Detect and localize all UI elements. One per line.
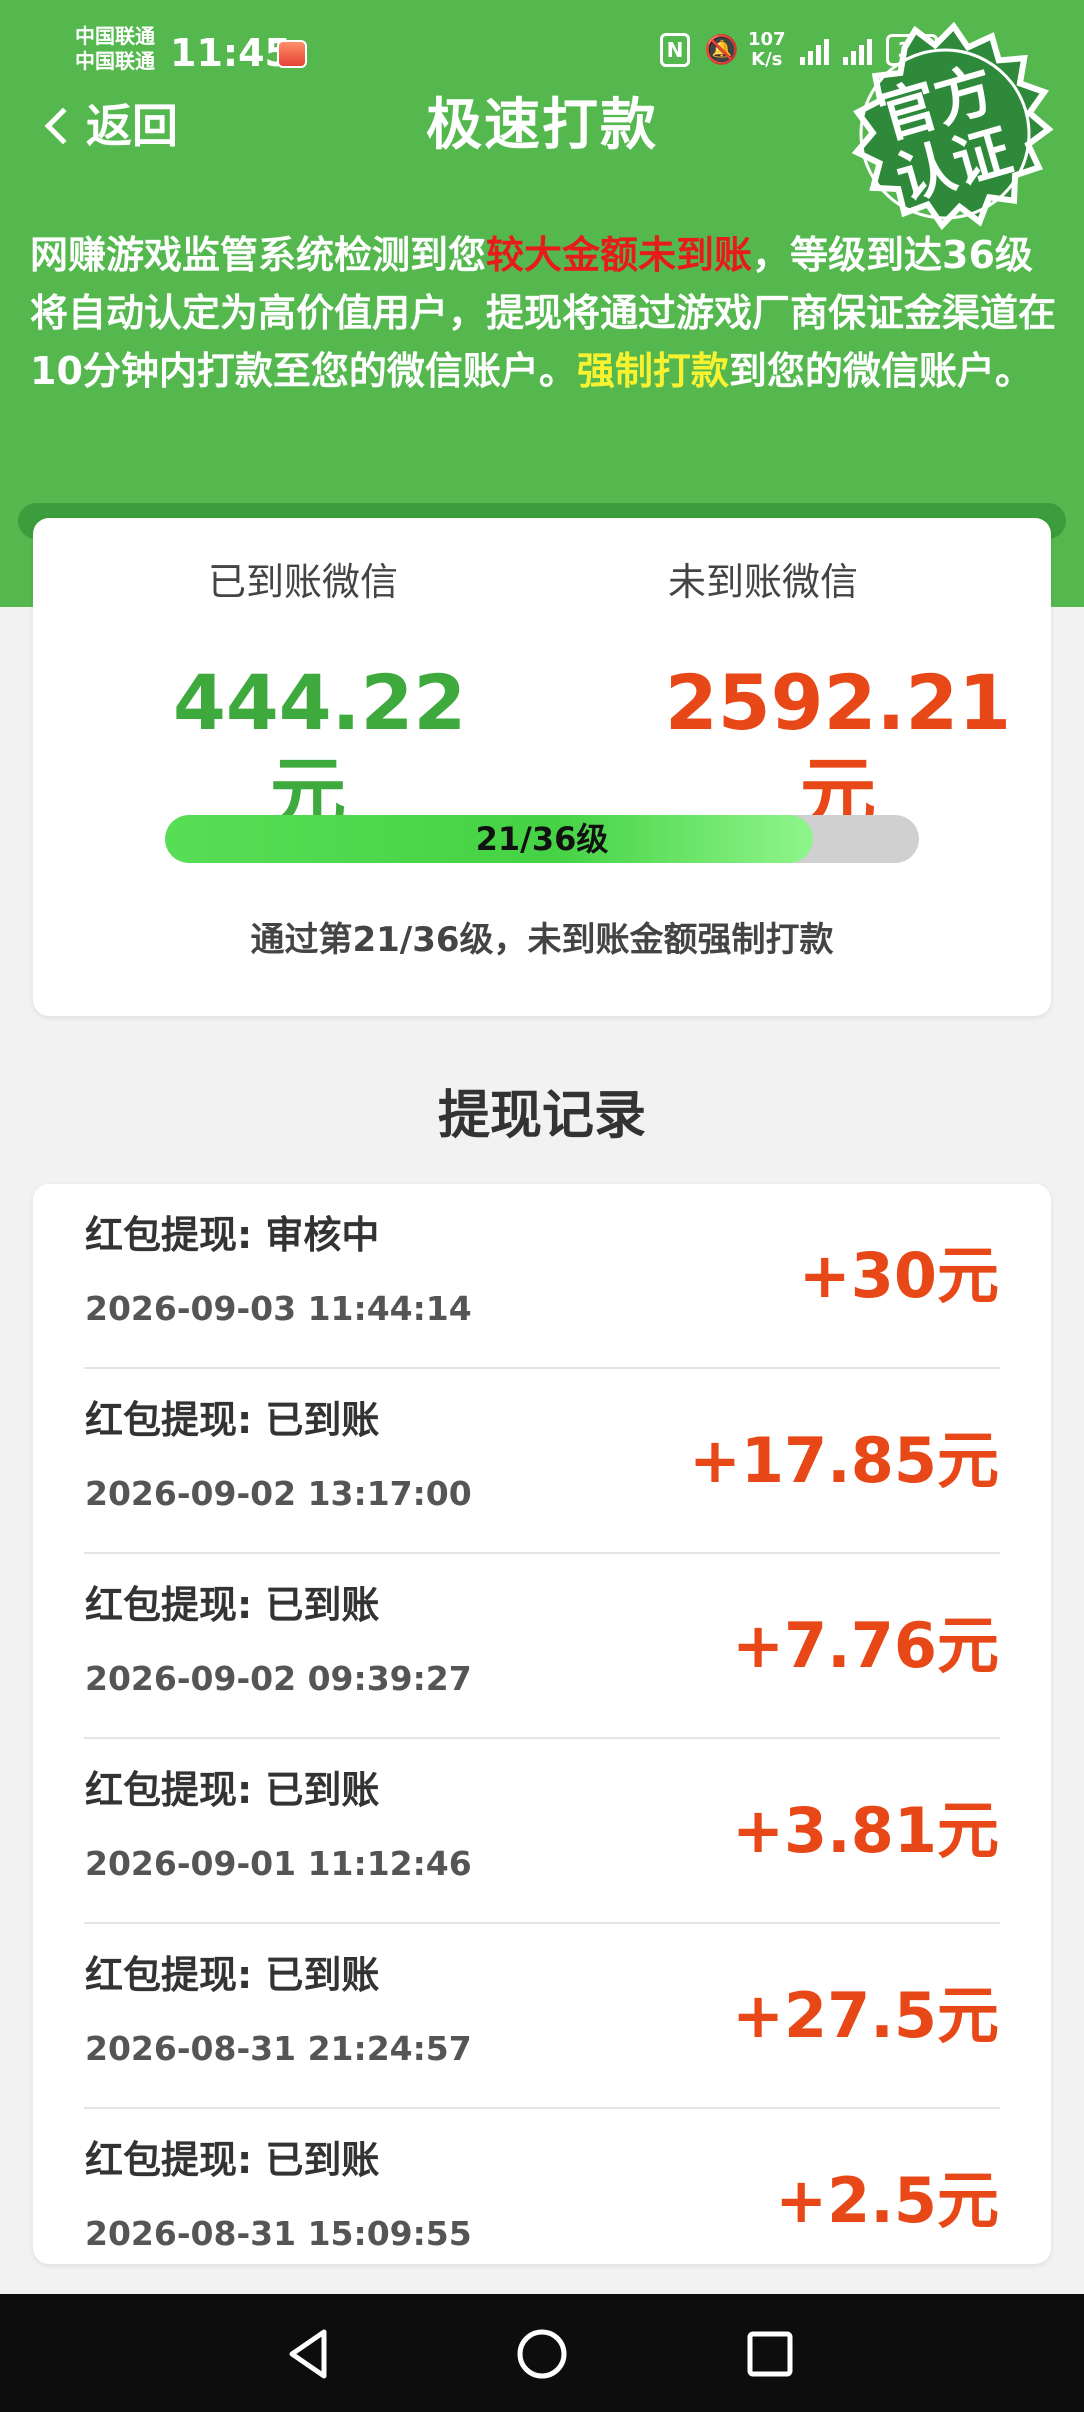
record-title: 红包提现: 已到账 [85,1768,380,1812]
net-speed-value: 107 [748,29,786,50]
record-title: 红包提现: 已到账 [85,1398,380,1442]
net-speed-unit: K/s [751,49,783,70]
record-amount: +27.5元 [732,1979,999,2052]
record-time: 2026-09-01 11:12:46 [85,1844,472,1883]
app-notification-icon [277,40,307,68]
record-title: 红包提现: 审核中 [85,1213,380,1257]
record-amount: +3.81元 [732,1794,999,1867]
mute-icon: 🔕 [704,33,739,66]
record-title: 红包提现: 已到账 [85,1953,380,1997]
record-row[interactable]: 红包提现: 已到账 2026-08-31 15:09:55 +2.5元 [33,2109,1051,2264]
notice-text: 网赚游戏监管系统检测到您较大金额未到账，等级到达36级将自动认定为高价值用户，提… [30,226,1060,400]
withdrawal-record-list: 红包提现: 审核中 2026-09-03 11:44:14 +30元 红包提现:… [33,1184,1051,2264]
record-row[interactable]: 红包提现: 已到账 2026-09-02 09:39:27 +7.76元 [33,1554,1051,1739]
record-row[interactable]: 红包提现: 已到账 2026-08-31 21:24:57 +27.5元 [33,1924,1051,2109]
record-row[interactable]: 红包提现: 已到账 2026-09-01 11:12:46 +3.81元 [33,1739,1051,1924]
summary-card: 已到账微信 未到账微信 444.22元 2592.21元 21/36级 通过第2… [33,518,1051,1016]
clock: 11:45 [170,31,291,75]
record-time: 2026-08-31 21:24:57 [85,2029,472,2068]
carrier-1: 中国联通 [75,24,155,48]
notice-part-3: 到您的微信账户。 [728,349,1033,393]
notice-highlight-red: 较大金额未到账 [486,233,753,277]
record-row[interactable]: 红包提现: 审核中 2026-09-03 11:44:14 +30元 [33,1184,1051,1369]
received-amount: 444.22元 [173,658,467,837]
nav-recent-button[interactable] [740,2324,800,2384]
pending-amount: 2592.21元 [664,658,1012,837]
record-amount: +2.5元 [775,2164,999,2237]
page: 中国联通 中国联通 11:45 N 🔕 107 K/s 39 返回 极速打款 [0,0,1084,2412]
record-title: 红包提现: 已到账 [85,2138,380,2182]
notice-part-1: 网赚游戏监管系统检测到您 [30,233,487,277]
record-amount: +17.85元 [688,1424,999,1497]
nav-back-icon [289,2329,327,2379]
nav-home-button[interactable] [512,2324,572,2384]
notice-highlight-yellow: 强制打款 [576,349,729,393]
record-time: 2026-09-03 11:44:14 [85,1289,472,1328]
net-speed: 107 K/s [748,30,786,70]
record-amount: +7.76元 [732,1609,999,1682]
carrier-labels: 中国联通 中国联通 [75,24,155,74]
progress-note: 通过第21/36级，未到账金额强制打款 [250,920,834,960]
level-progress-bar: 21/36级 [165,815,919,863]
record-time: 2026-09-02 09:39:27 [85,1659,472,1698]
record-title: 红包提现: 已到账 [85,1583,380,1627]
record-time: 2026-08-31 15:09:55 [85,2214,472,2253]
record-amount: +30元 [798,1239,999,1312]
system-nav-bar [0,2294,1084,2412]
nfc-icon: N [660,33,690,67]
progress-label: 21/36级 [475,820,609,858]
nav-home-icon [517,2329,567,2379]
record-time: 2026-09-02 13:17:00 [85,1474,472,1513]
pending-label: 未到账微信 [667,560,858,604]
records-title: 提现记录 [437,1086,646,1146]
nav-back-button[interactable] [280,2324,340,2384]
received-label: 已到账微信 [207,560,398,604]
nav-recent-icon [747,2331,793,2377]
record-row[interactable]: 红包提现: 已到账 2026-09-02 13:17:00 +17.85元 [33,1369,1051,1554]
carrier-2: 中国联通 [75,49,155,73]
